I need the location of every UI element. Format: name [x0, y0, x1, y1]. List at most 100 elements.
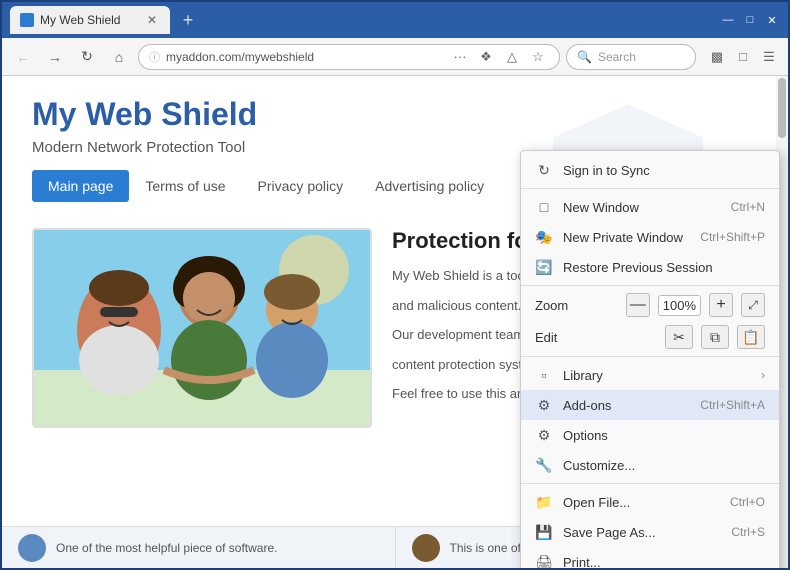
toolbar-right: ▩ □ ☰	[706, 46, 780, 68]
edit-row: Edit ✂ ⧉ 📋	[521, 321, 779, 353]
menu-item-sign-in[interactable]: ↻ Sign in to Sync	[521, 155, 779, 185]
paste-button[interactable]: 📋	[737, 325, 765, 349]
menu-label-options: Options	[563, 428, 765, 443]
shortcut-open-file: Ctrl+O	[730, 495, 765, 509]
sign-in-icon: ↻	[535, 161, 553, 179]
search-box[interactable]: 🔍 Search	[566, 44, 696, 70]
restore-icon: 🔄	[535, 258, 553, 276]
back-button[interactable]: ←	[10, 44, 36, 70]
cut-button[interactable]: ✂	[665, 325, 693, 349]
menu-item-restore-session[interactable]: 🔄 Restore Previous Session	[521, 252, 779, 282]
new-window-icon: □	[535, 198, 553, 216]
nav-privacy[interactable]: Privacy policy	[242, 170, 360, 202]
menu-label-restore: Restore Previous Session	[563, 260, 765, 275]
tab-title: My Web Shield	[40, 13, 138, 27]
menu-item-customize[interactable]: 🔧 Customize...	[521, 450, 779, 480]
menu-item-options[interactable]: ⚙ Options	[521, 420, 779, 450]
testimonial-avatar-2	[412, 534, 440, 562]
more-dots-button[interactable]: ···	[449, 46, 471, 68]
nav-bar: ← → ↻ ⌂ ⓘ myaddon.com/mywebshield ··· ❖ …	[2, 38, 788, 76]
save-page-icon: 💾	[535, 523, 553, 541]
library-arrow: ›	[761, 368, 765, 382]
menu-item-save-page[interactable]: 💾 Save Page As... Ctrl+S	[521, 517, 779, 547]
context-menu: ↻ Sign in to Sync □ New Window Ctrl+N 🎭 …	[520, 150, 780, 568]
menu-divider-3	[521, 356, 779, 357]
print-icon: 🖨	[535, 553, 553, 568]
save-icon[interactable]: △	[501, 46, 523, 68]
address-text: myaddon.com/mywebshield	[166, 50, 443, 64]
menu-label-open-file: Open File...	[563, 495, 720, 510]
menu-item-addons[interactable]: ⚙ Add-ons Ctrl+Shift+A	[521, 390, 779, 420]
star-icon[interactable]: ☆	[527, 46, 549, 68]
menu-label-sign-in: Sign in to Sync	[563, 163, 765, 178]
search-icon: 🔍	[577, 50, 592, 64]
active-tab[interactable]: My Web Shield ✕	[10, 6, 170, 34]
menu-item-open-file[interactable]: 📁 Open File... Ctrl+O	[521, 487, 779, 517]
tab-favicon	[20, 13, 34, 27]
menu-label-addons: Add-ons	[563, 398, 690, 413]
library-icon: ▫	[535, 366, 553, 384]
reload-button[interactable]: ↻	[74, 44, 100, 70]
menu-label-save-page: Save Page As...	[563, 525, 721, 540]
menu-divider-4	[521, 483, 779, 484]
zoom-row: Zoom — 100% + ⤢	[521, 289, 779, 321]
testimonial-avatar-1	[18, 534, 46, 562]
browser-window: My Web Shield ✕ + — □ ✕ ← → ↻ ⌂ ⓘ myaddo…	[0, 0, 790, 570]
zoom-plus-button[interactable]: +	[709, 293, 733, 317]
hero-image-svg	[34, 230, 372, 428]
minimize-button[interactable]: —	[720, 12, 736, 28]
nav-advertising[interactable]: Advertising policy	[359, 170, 500, 202]
edit-label: Edit	[535, 330, 657, 345]
address-bar-icons: ··· ❖ △ ☆	[449, 46, 549, 68]
home-button[interactable]: ⌂	[106, 44, 132, 70]
container-icon[interactable]: □	[732, 46, 754, 68]
new-tab-button[interactable]: +	[174, 6, 202, 34]
options-icon: ⚙	[535, 426, 553, 444]
private-window-icon: 🎭	[535, 228, 553, 246]
menu-label-print: Print...	[563, 555, 765, 569]
nav-main-page[interactable]: Main page	[32, 170, 129, 202]
menu-item-library[interactable]: ▫ Library ›	[521, 360, 779, 390]
search-placeholder: Search	[598, 50, 636, 64]
window-controls: — □ ✕	[720, 12, 780, 28]
testimonial-1: One of the most helpful piece of softwar…	[2, 527, 396, 568]
hero-image	[32, 228, 372, 428]
shortcut-addons: Ctrl+Shift+A	[700, 398, 765, 412]
title-bar: My Web Shield ✕ + — □ ✕	[2, 2, 788, 38]
pocket-icon[interactable]: ❖	[475, 46, 497, 68]
tab-close-button[interactable]: ✕	[144, 12, 160, 28]
menu-label-library: Library	[563, 368, 751, 383]
testimonial-text-1: One of the most helpful piece of softwar…	[56, 541, 277, 555]
search-container: 🔍 Search	[566, 44, 696, 70]
shortcut-private: Ctrl+Shift+P	[700, 230, 765, 244]
customize-icon: 🔧	[535, 456, 553, 474]
address-info-icon: ⓘ	[149, 49, 160, 65]
menu-label-private-window: New Private Window	[563, 230, 690, 245]
hamburger-menu-button[interactable]: ☰	[758, 46, 780, 68]
menu-divider-2	[521, 285, 779, 286]
close-button[interactable]: ✕	[764, 12, 780, 28]
copy-button[interactable]: ⧉	[701, 325, 729, 349]
zoom-label: Zoom	[535, 298, 618, 313]
address-bar[interactable]: ⓘ myaddon.com/mywebshield ··· ❖ △ ☆	[138, 44, 560, 70]
stats-icon[interactable]: ▩	[706, 46, 728, 68]
shortcut-new-window: Ctrl+N	[731, 200, 765, 214]
maximize-button[interactable]: □	[742, 12, 758, 28]
addons-icon: ⚙	[535, 396, 553, 414]
menu-label-new-window: New Window	[563, 200, 721, 215]
menu-item-private-window[interactable]: 🎭 New Private Window Ctrl+Shift+P	[521, 222, 779, 252]
nav-terms[interactable]: Terms of use	[129, 170, 241, 202]
menu-item-new-window[interactable]: □ New Window Ctrl+N	[521, 192, 779, 222]
menu-item-print[interactable]: 🖨 Print...	[521, 547, 779, 568]
page-content: My Web Shield Modern Network Protection …	[2, 76, 788, 568]
zoom-expand-button[interactable]: ⤢	[741, 293, 765, 317]
site-title: My Web Shield	[32, 96, 758, 133]
forward-button[interactable]: →	[42, 44, 68, 70]
open-file-icon: 📁	[535, 493, 553, 511]
menu-label-customize: Customize...	[563, 458, 765, 473]
scrollbar-thumb[interactable]	[778, 78, 786, 138]
shortcut-save-page: Ctrl+S	[731, 525, 765, 539]
zoom-minus-button[interactable]: —	[626, 293, 650, 317]
zoom-value: 100%	[658, 295, 701, 316]
menu-divider-1	[521, 188, 779, 189]
